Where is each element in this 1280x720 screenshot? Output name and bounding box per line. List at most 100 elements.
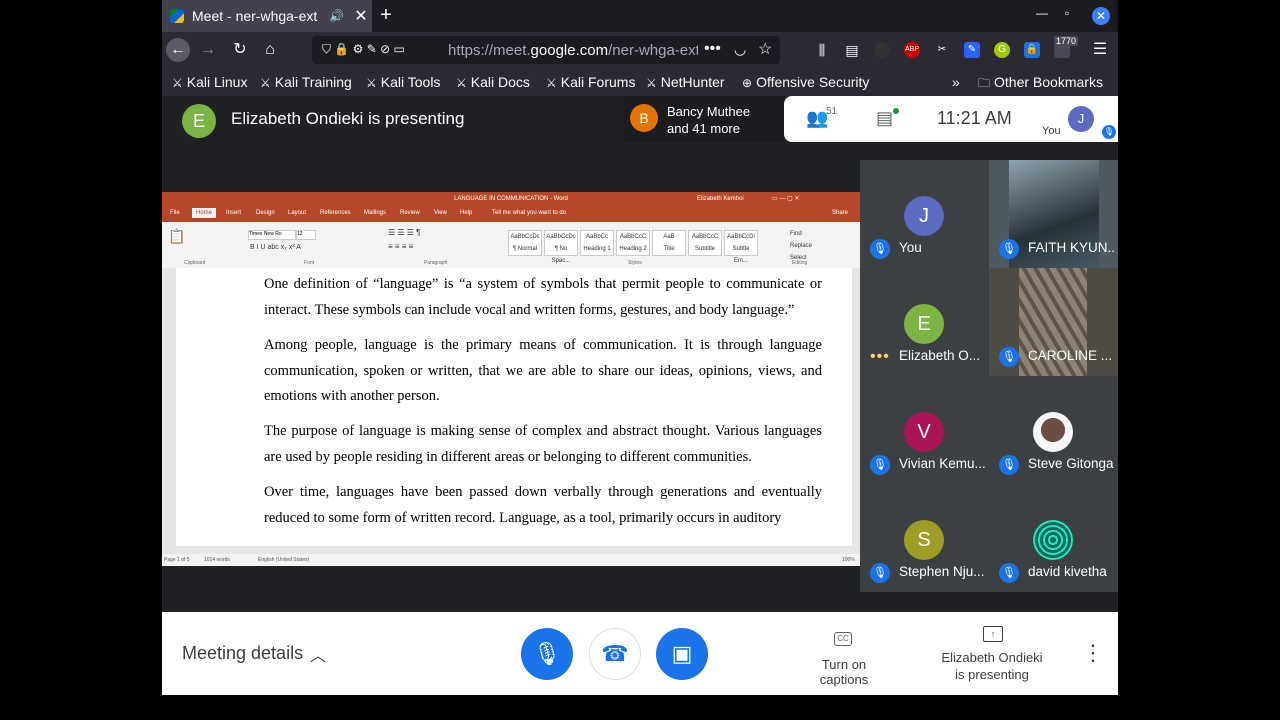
style-heading1[interactable]: AaBbCc Heading 1 [580,230,614,256]
captions-button[interactable]: Turn on captions [796,657,892,687]
browser-window: Meet - ner-whga-ext 🔊 ✕ + — ▫ ✕ ← → ↻ ⌂ … [162,0,1118,720]
presenting-button[interactable]: Elizabeth Ondieki is presenting [932,649,1052,683]
tell-me-box[interactable]: Tell me what you want to do [492,210,566,216]
style-subtitle[interactable]: AaBbCcC Subtitle [688,230,722,256]
bookmark-item[interactable]: ⚔ Kali Docs [456,74,530,90]
participant-tile[interactable]: 🎙 FAITH KYUN... [989,160,1118,268]
font-size-box[interactable]: 12 [296,230,316,240]
participant-name: david kivetha [1028,564,1107,579]
grammarly-icon[interactable]: G [994,42,1010,58]
participant-tile[interactable]: 🎙 Steve Gitonga [989,376,1118,484]
bookmark-item[interactable]: ⚔ Kali Tools [366,74,440,90]
adblock-icon[interactable]: ABP [904,42,920,58]
page-actions-icon[interactable]: ••• [704,40,721,58]
extension-dark-icon[interactable] [874,42,890,58]
extension-tool-icon[interactable]: ✂ [934,42,950,58]
document-page[interactable]: One definition of “language” is “a syste… [176,268,852,546]
word-tab[interactable]: Insert [226,210,241,216]
participant-tile[interactable]: J 🎙 You [860,160,989,268]
bookmark-item[interactable]: ⚔ Kali Linux [172,74,247,90]
bookmark-item[interactable]: ⚔ NetHunter [646,74,725,90]
meeting-details-button[interactable]: Meeting details [182,643,303,664]
participant-tile[interactable]: 🎙 david kivetha [989,484,1118,592]
style-heading2[interactable]: AaBbCcC Heading 2 [616,230,650,256]
style-subtle-emphasis[interactable]: AaBbCcDi Subtle Em... [724,230,758,264]
other-bookmarks[interactable]: 🗀 Other Bookmarks [978,74,1103,95]
word-tab[interactable]: Home [192,208,217,218]
font-format-icons[interactable]: B I U abc x₂ x² A [250,244,301,251]
maximize-icon[interactable]: ▫ [1065,6,1069,20]
window-close-icon[interactable]: ✕ [1092,7,1110,25]
paragraph: The purpose of language is making sense … [264,423,822,465]
replace-button[interactable]: Replace [790,243,812,249]
font-name-box[interactable]: Times New Ro [248,230,296,240]
word-tab[interactable]: Review [400,210,420,216]
participant-tile[interactable]: S 🎙 Stephen Nju... [860,484,989,592]
avatar: S [904,520,944,560]
raised-hands-notice[interactable]: B Bancy Muthee and 41 more [624,96,784,142]
group-label: Clipboard [184,260,206,266]
camera-toggle-button[interactable]: ▣ [656,628,708,680]
pocket-icon[interactable]: ◡ [734,41,746,58]
self-avatar[interactable]: J [1068,106,1094,132]
word-tab[interactable]: Layout [288,210,306,216]
minimize-icon[interactable]: — [1036,6,1048,20]
word-tab[interactable]: Help [460,210,472,216]
word-tab[interactable]: Design [256,210,275,216]
close-tab-icon[interactable]: ✕ [354,6,367,26]
extension-lock-icon[interactable]: 🔒 [1024,42,1040,58]
sidebar-icon[interactable]: ▤ [844,42,860,58]
paragraph-icons[interactable]: ☰ ☰ ☰ ¶ [388,228,420,237]
find-button[interactable]: Find [790,231,802,237]
globe-icon: ⊕ [742,76,753,90]
extension-badge: 1770 [1054,36,1079,46]
participant-tile[interactable]: E ••• Elizabeth O... [860,268,989,376]
bookmark-item[interactable]: ⚔ Kali Forums [546,74,635,90]
word-title-bar: LANGUAGE IN COMMUNICATION - Word Elizabet… [162,192,860,206]
participant-tile[interactable]: 🎙 CAROLINE ... [989,268,1118,376]
bookmark-item[interactable]: ⚔ Kali Training [260,74,352,90]
extension-pen-icon[interactable]: ✎ [964,42,980,58]
bookmarks-overflow-icon[interactable]: » [952,74,960,90]
style-title[interactable]: AaB Title [652,230,686,256]
library-icon[interactable]: ⫼ [814,42,830,58]
tab-meet[interactable]: Meet - ner-whga-ext 🔊 ✕ [162,0,372,32]
back-icon[interactable]: ← [166,38,190,62]
forward-icon[interactable]: → [196,38,220,62]
status-words: 1014 words [204,557,230,563]
participant-tile[interactable]: V 🎙 Vivian Kemu... [860,376,989,484]
url-text[interactable]: https://meet.google.com/ner-whga-ext [448,42,698,59]
new-tab-button[interactable]: + [376,4,396,27]
captions-icon[interactable]: CC [834,632,852,646]
raised-name: Bancy Muthee [667,104,751,119]
present-screen-icon[interactable]: ↑ [983,626,1003,642]
menu-icon[interactable]: ☰ [1092,42,1108,58]
word-tab[interactable]: Mailings [364,210,386,216]
speaker-icon[interactable]: 🔊 [329,9,344,23]
word-tab[interactable]: View [434,210,447,216]
shared-screen-word: LANGUAGE IN COMMUNICATION - Word Elizabet… [162,192,860,566]
mic-toggle-button[interactable]: 🎙 [521,628,573,680]
paste-icon[interactable]: 📋 [168,228,185,245]
more-options-icon[interactable]: ⋮ [1082,640,1104,666]
word-ribbon-tabs: File Home Insert Design Layout Reference… [162,206,860,222]
style-normal[interactable]: AaBbCcDc ¶ Normal [508,230,542,256]
shield-lock-icons[interactable]: ⛉ 🔒 ⚙ ✎ ⊘ ▭ [322,42,405,57]
url-bar[interactable]: ⛉ 🔒 ⚙ ✎ ⊘ ▭ https://meet.google.com/ner-… [312,36,780,64]
reload-icon[interactable]: ↻ [228,38,252,62]
align-icons[interactable]: ≡ ≡ ≡ ≡ [388,242,413,251]
editing-group[interactable]: Find Replace Select [790,228,812,264]
chat-icon[interactable]: ▤ [876,108,893,129]
share-button[interactable]: Share [832,210,848,216]
status-page: Page 1 of 5 [164,557,190,563]
chevron-up-icon[interactable]: ︿ [310,642,326,666]
word-tab[interactable]: File [170,210,180,216]
bookmark-item[interactable]: ⊕ Offensive Security [742,74,869,90]
style-no-spacing[interactable]: AaBbCcDc ¶ No Spac... [544,230,578,264]
bookmark-star-icon[interactable]: ☆ [758,39,772,59]
tab-title: Meet - ner-whga-ext [192,8,318,24]
leave-call-button[interactable]: ☎ [589,628,641,680]
word-tab[interactable]: References [320,210,351,216]
presenting-line: Elizabeth Ondieki [941,650,1043,665]
home-icon[interactable]: ⌂ [258,38,282,62]
